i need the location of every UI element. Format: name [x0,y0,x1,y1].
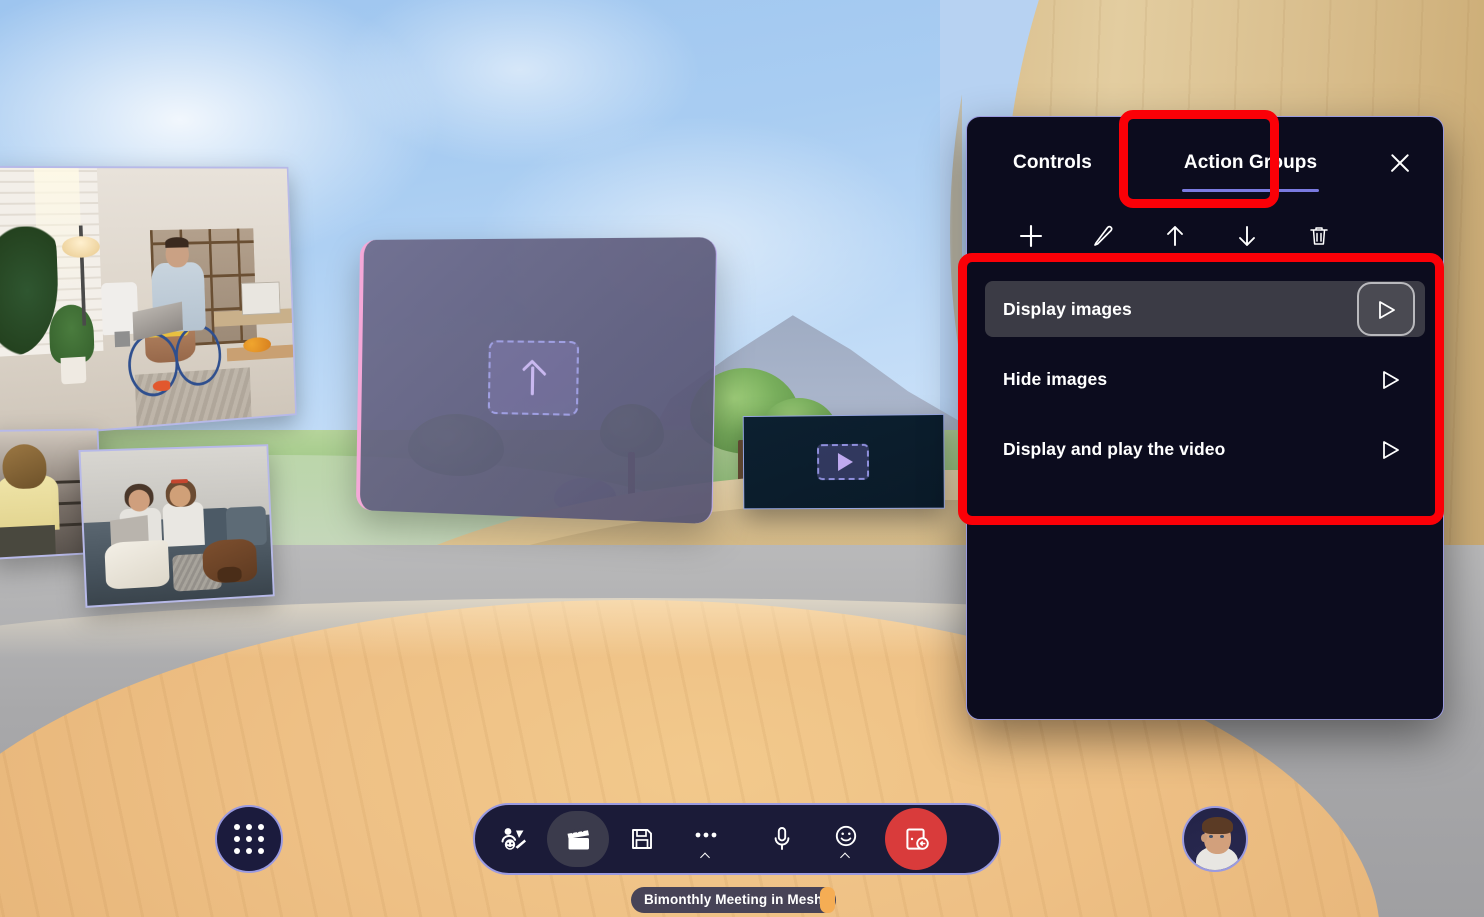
play-action-group-button[interactable]: Play [1357,282,1415,336]
image-board-wheelchair[interactable]: Man in wheelchair using laptop in living… [0,166,297,440]
play-action-group-button[interactable]: Play [1373,432,1407,466]
leave-meeting-button[interactable]: Leave [885,808,947,870]
chevron-up-icon [702,852,711,861]
action-group-row[interactable]: Display and play the video Play [985,421,1425,477]
action-group-row[interactable]: Display images Play [985,281,1425,337]
ellipsis-icon [693,830,719,840]
grid-dots-icon [234,824,264,854]
video-board[interactable]: Empty video board with play placeholder [743,414,945,509]
leave-door-icon [902,825,930,853]
user-avatar[interactable]: Your avatar [1182,806,1248,872]
action-group-row[interactable]: Hide images Play [985,351,1425,407]
floppy-disk-icon [629,826,655,852]
panel-tab-bar: Controls Action Groups Close [967,117,1443,209]
avatar-hair [1202,817,1233,834]
chevron-up-icon [842,852,851,861]
meeting-toolbar: Customize avatar Scripting / Clapperboar… [473,803,1001,875]
trash-icon [1306,223,1332,249]
avatar-ear [1201,834,1207,842]
tab-controls[interactable]: Controls [1011,146,1094,180]
delete-button[interactable]: Delete [1283,214,1355,258]
action-groups-list: Display images Play Hide images [967,263,1443,477]
play-icon [1377,299,1395,319]
play-icon [1381,439,1399,459]
close-icon[interactable]: Close [1385,148,1415,178]
smiley-icon [833,824,859,850]
scripting-button[interactable]: Scripting / Clapperboard [547,811,609,867]
play-action-group-button[interactable]: Play [1373,362,1407,396]
upload-arrow-icon [521,360,545,395]
save-button[interactable]: Save [611,811,673,867]
microphone-icon [770,825,794,853]
reactions-button[interactable]: Reactions [815,811,877,867]
customize-avatar-button[interactable]: Customize avatar [483,811,545,867]
arrow-down-icon [1233,222,1261,250]
action-groups-toolbar: Add Edit Move up Move down [967,209,1443,263]
mesh-immersive-screen: Man in wheelchair using laptop in living… [0,0,1484,917]
photo-content [0,168,295,438]
microphone-button[interactable]: Microphone [751,811,813,867]
action-group-label: Hide images [1003,369,1107,390]
image-board-couch[interactable]: Two women laughing on a couch with a dog [78,444,274,608]
image-board-empty[interactable]: Empty image board with upload placeholde… [356,237,717,524]
action-groups-panel: Controls Action Groups Close Add Edit [966,116,1444,720]
move-down-button[interactable]: Move down [1211,214,1283,258]
meeting-title-chip: Bimonthly Meeting in Mesh [631,887,836,913]
move-up-button[interactable]: Move up [1139,214,1211,258]
avatar-eye [1209,835,1213,838]
more-options-button[interactable]: More options [675,811,737,867]
avatar-eye [1220,835,1224,838]
photo-content [81,446,273,606]
action-group-label: Display images [1003,299,1132,320]
pencil-icon [1089,222,1117,250]
play-triangle-icon [837,453,852,471]
clapperboard-icon [564,826,592,852]
plus-icon [1017,222,1045,250]
video-dropzone[interactable] [817,444,869,480]
meeting-accent-marker [820,887,835,913]
tab-action-groups[interactable]: Action Groups [1182,146,1319,180]
app-launcher-button[interactable]: Apps [215,805,283,873]
arrow-up-icon [1161,222,1189,250]
upload-dropzone[interactable] [487,340,578,416]
add-button[interactable]: Add [995,214,1067,258]
avatar-edit-icon [500,826,528,852]
play-icon [1381,369,1399,389]
action-group-label: Display and play the video [1003,439,1225,460]
edit-button[interactable]: Edit [1067,214,1139,258]
